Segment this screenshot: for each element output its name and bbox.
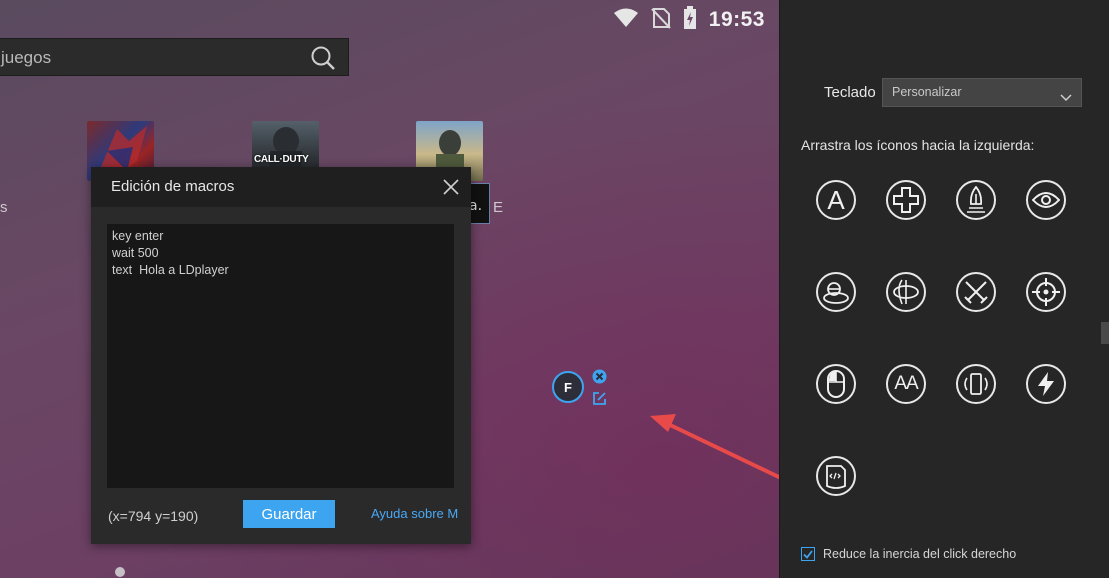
reduce-inertia-option[interactable]: Reduce la inercia del click derecho (801, 547, 1016, 561)
reduce-inertia-label: Reduce la inercia del click derecho (823, 547, 1017, 561)
dialog-header: Edición de macros (91, 167, 471, 207)
eye-icon[interactable] (1026, 180, 1066, 220)
shake-icon[interactable] (956, 364, 996, 404)
keymapping-panel: Teclado Personalizar Arrastra los íconos… (779, 0, 1109, 578)
clock: 19:53 (708, 8, 765, 31)
drag-instructions: Arrastra los íconos hacia la izquierda: (801, 137, 1035, 153)
app-caption: CALL·DUTY (254, 154, 309, 165)
app-label-fragment: E (493, 199, 504, 216)
search-icon[interactable] (310, 45, 336, 75)
macro-edit-dialog: Edición de macros (x=794 y=190) Guardar … (91, 167, 471, 544)
keyboard-profile-value: Personalizar (892, 85, 962, 99)
search-placeholder: juegos (1, 48, 52, 67)
status-bar: 19:53 (613, 6, 765, 34)
save-button[interactable]: Guardar (243, 500, 335, 528)
keyboard-label: Teclado (824, 84, 876, 101)
keyboard-profile-select[interactable]: Personalizar (882, 78, 1082, 107)
edit-icon[interactable] (592, 391, 607, 406)
macro-key-marker[interactable]: F (552, 371, 584, 403)
dialog-title: Edición de macros (111, 178, 235, 195)
dpad-icon[interactable] (886, 180, 926, 220)
crossed-swords-icon[interactable] (956, 272, 996, 312)
page-indicator (115, 567, 125, 577)
scrollbar-thumb[interactable] (1101, 322, 1109, 344)
marker-label: F (564, 379, 572, 395)
mouse-icon[interactable] (816, 364, 856, 404)
crosshair-icon[interactable] (1026, 272, 1066, 312)
no-sim-icon (651, 7, 671, 33)
close-circle-icon[interactable] (592, 369, 607, 384)
android-screen[interactable]: 19:53 juegos s CALL·DUTY a. E F Edición … (0, 0, 779, 578)
app-label-fragment: s (0, 199, 8, 216)
macro-script-editor[interactable] (107, 224, 454, 488)
macro-script-icon[interactable] (816, 456, 856, 496)
double-key-icon[interactable]: AA (886, 364, 926, 404)
rotate-view-icon[interactable] (886, 272, 926, 312)
text-key-icon[interactable]: A (816, 180, 856, 220)
cursor-coordinates: (x=794 y=190) (108, 508, 199, 524)
reduce-inertia-checkbox[interactable] (801, 547, 815, 561)
text-key-glyph: A (827, 184, 845, 215)
help-link[interactable]: Ayuda sobre M (371, 506, 471, 521)
wifi-icon (613, 8, 639, 32)
double-key-glyph: AA (894, 373, 918, 394)
close-icon[interactable] (441, 177, 461, 197)
search-bar[interactable]: juegos (0, 38, 349, 76)
lightning-icon[interactable] (1026, 364, 1066, 404)
fire-icon[interactable] (956, 180, 996, 220)
chevron-down-icon (1060, 87, 1072, 106)
aim-view-icon[interactable] (816, 272, 856, 312)
battery-icon (683, 6, 697, 34)
